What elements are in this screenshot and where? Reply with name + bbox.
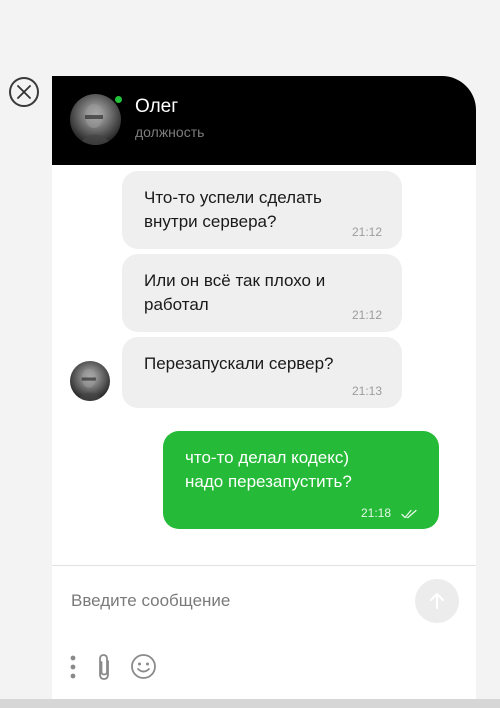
message-bubble-outgoing[interactable]: что-то делал кодекс) надо перезапустить?…	[163, 431, 439, 529]
online-status-indicator	[115, 96, 122, 103]
more-options-button[interactable]	[69, 654, 77, 685]
bottom-edge	[0, 699, 500, 708]
message-bubble-incoming[interactable]: Или он всё так плохо и работал 21:12	[122, 254, 402, 332]
message-time: 21:12	[351, 225, 382, 239]
contact-avatar[interactable]	[70, 94, 121, 145]
contact-role: должность	[135, 124, 205, 140]
composer-divider	[52, 565, 476, 566]
send-button[interactable]	[415, 579, 459, 623]
message-text: Что-то успели сделать внутри сервера?	[144, 188, 322, 231]
message-input[interactable]	[71, 581, 401, 621]
paperclip-icon	[99, 654, 109, 680]
message-bubble-incoming[interactable]: Что-то успели сделать внутри сервера? 21…	[122, 171, 402, 249]
close-icon	[17, 85, 31, 99]
message-text: что-то делал кодекс) надо перезапустить?	[185, 448, 352, 491]
arrow-up-icon	[429, 592, 445, 610]
chat-window: Олег должность Что-то успели сделать вну…	[52, 76, 476, 706]
message-time: 21:13	[351, 384, 382, 398]
message-time: 21:18	[360, 506, 391, 520]
more-vertical-icon	[70, 655, 76, 679]
message-text: Или он всё так плохо и работал	[144, 271, 326, 314]
contact-name[interactable]: Олег	[135, 96, 178, 118]
message-text: Перезапускали сервер?	[144, 354, 334, 373]
message-time: 21:12	[351, 308, 382, 322]
emoji-button[interactable]	[130, 653, 157, 685]
chat-header: Олег должность	[52, 76, 476, 165]
smiley-icon	[131, 654, 156, 679]
sender-avatar	[70, 361, 110, 401]
double-check-icon	[401, 509, 417, 519]
close-button[interactable]	[9, 77, 39, 107]
attach-button[interactable]	[95, 653, 113, 686]
message-bubble-incoming[interactable]: Перезапускали сервер? 21:13	[122, 337, 402, 408]
